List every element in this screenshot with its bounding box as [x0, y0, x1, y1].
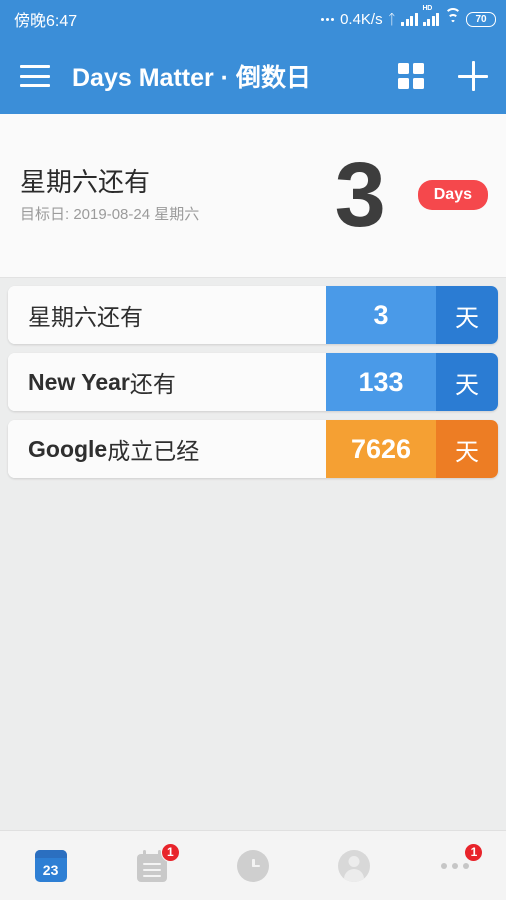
clock-icon — [237, 849, 269, 882]
event-label-cn: 成立已经 — [107, 438, 200, 464]
status-badge: 1 — [160, 842, 180, 862]
app-bar: Days Matter · 倒数日 — [0, 38, 506, 114]
signal-bars-icon — [401, 12, 418, 26]
wifi-icon — [444, 8, 461, 26]
hd-signal-icon: HD — [422, 5, 439, 26]
featured-event-count: 3 — [334, 144, 386, 247]
app-screen: 傍晚6:47 0.4K/s ᛏ HD 70 Days Matter · 倒数日 — [0, 0, 506, 900]
app-bar-actions — [398, 61, 488, 91]
notes-icon-wrap: 1 — [132, 842, 180, 886]
event-unit: 天 — [436, 286, 498, 344]
profile-icon-wrap — [334, 846, 374, 886]
calendar-icon-header — [34, 849, 67, 858]
nav-item-more[interactable]: 1 — [405, 831, 506, 900]
event-label-en: Google — [28, 435, 108, 462]
event-count: 3 — [326, 286, 436, 344]
list-item[interactable]: 星期六还有 3 天 — [8, 286, 498, 344]
featured-event-count-area: 3 Days — [334, 144, 488, 247]
featured-event-title: 星期六还有 — [20, 166, 151, 197]
bluetooth-icon: ᛏ — [387, 11, 396, 27]
event-unit: 天 — [436, 353, 498, 411]
more-dots-icon-wrap: 1 — [435, 842, 484, 886]
event-label-en: New Year — [28, 368, 130, 395]
hd-label: HD — [422, 5, 433, 12]
bottom-navigation-bar: 23 1 1 — [0, 830, 506, 900]
hamburger-menu-icon[interactable] — [20, 65, 50, 87]
calendar-icon-wrap: 23 — [31, 846, 71, 886]
featured-event-card[interactable]: 星期六还有 目标日: 2019-08-24 星期六 3 Days — [0, 114, 506, 278]
status-bar: 傍晚6:47 0.4K/s ᛏ HD 70 — [0, 0, 506, 38]
status-clock: 傍晚6:47 — [14, 13, 78, 30]
event-label: Google 成立已经 — [8, 420, 326, 478]
profile-icon — [338, 849, 371, 882]
featured-event-text: 星期六还有 目标日: 2019-08-24 星期六 — [20, 167, 199, 225]
nav-item-notes[interactable]: 1 — [101, 831, 202, 900]
event-count: 133 — [326, 353, 436, 411]
nav-item-clock[interactable] — [202, 831, 303, 900]
event-label-cn: 还有 — [129, 371, 176, 397]
event-list: 星期六还有 3 天 New Year 还有 133 天 Google 成立已经 … — [0, 286, 506, 487]
battery-indicator: 70 — [466, 11, 496, 27]
plus-add-icon[interactable] — [458, 61, 488, 91]
status-badge: 1 — [464, 842, 484, 862]
calendar-icon: 23 — [34, 849, 67, 882]
nav-item-profile[interactable] — [304, 831, 405, 900]
event-label: 星期六还有 — [8, 286, 326, 344]
list-item[interactable]: New Year 还有 133 天 — [8, 353, 498, 411]
event-label-cn: 星期六还有 — [28, 304, 143, 330]
network-speed-label: 0.4K/s — [340, 10, 383, 28]
featured-event-date: 目标日: 2019-08-24 星期六 — [20, 206, 200, 224]
more-dots-icon — [441, 862, 470, 869]
network-activity-icon — [321, 17, 335, 21]
nav-item-calendar[interactable]: 23 — [0, 831, 101, 900]
clock-icon-wrap — [233, 846, 273, 886]
list-item[interactable]: Google 成立已经 7626 天 — [8, 420, 498, 478]
page-title: Days Matter · 倒数日 — [72, 64, 311, 92]
calendar-day-number: 23 — [42, 862, 59, 878]
event-label: New Year 还有 — [8, 353, 326, 411]
grid-view-icon[interactable] — [398, 63, 424, 89]
status-indicators: 0.4K/s ᛏ HD 70 — [321, 5, 496, 28]
event-count: 7626 — [326, 420, 436, 478]
days-badge: Days — [417, 180, 488, 211]
event-unit: 天 — [436, 420, 498, 478]
